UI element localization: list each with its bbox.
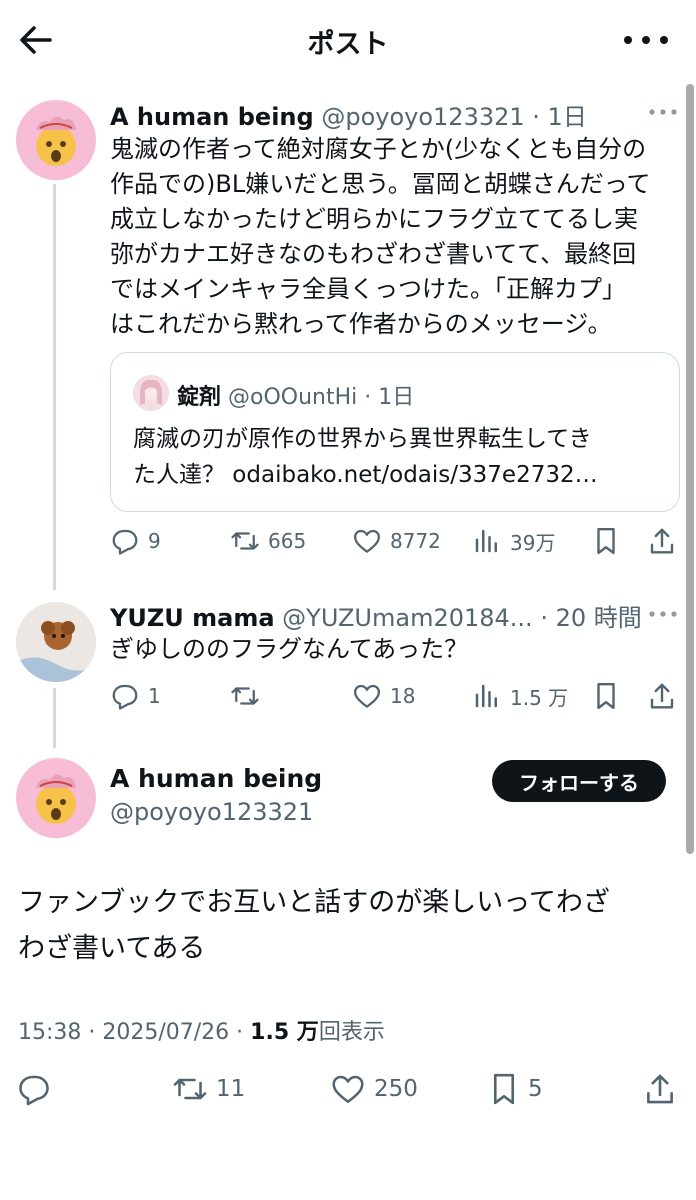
avatar[interactable]	[16, 100, 96, 180]
bookmark-button[interactable]	[592, 681, 620, 711]
quoted-post-card[interactable]: 錠剤 @oOOuntHi · 1日 腐滅の刃が原作の世界から異世界転生してき た…	[110, 352, 680, 512]
mind-blown-emoji-icon	[36, 774, 76, 824]
author-name[interactable]: A human being	[110, 103, 314, 131]
thread-line	[53, 184, 56, 590]
text-line: ではメインキャラ全員くっつけた。「正解カプ」	[110, 275, 626, 303]
author-handle[interactable]: @YUZUmam20184...	[282, 604, 533, 632]
heart-icon	[354, 529, 380, 553]
avatar[interactable]	[16, 758, 96, 838]
more-horizontal-icon	[649, 109, 677, 115]
quote-time: · 1日	[364, 385, 415, 410]
text-line: 作品での)BL嫌いだと思う。冨岡と胡蝶さんだって	[110, 170, 651, 198]
reply-count: 1	[148, 684, 161, 708]
heart-icon	[332, 1075, 364, 1104]
like-count: 250	[374, 1076, 418, 1102]
post-time[interactable]: · 20 時間	[540, 604, 640, 632]
avatar[interactable]	[16, 602, 96, 682]
share-icon	[650, 683, 674, 709]
repost-icon	[231, 687, 259, 705]
scrollbar[interactable]	[686, 84, 694, 854]
heart-icon	[354, 684, 380, 708]
quote-author-name: 錠剤	[177, 385, 222, 410]
repost-button[interactable]	[230, 681, 268, 711]
post-text: 鬼滅の作者って絶対腐女子とか(少なくとも自分の 作品での)BL嫌いだと思う。冨岡…	[110, 132, 686, 342]
bookmark-icon	[597, 682, 615, 710]
views-count: 39万	[510, 530, 556, 555]
post-time[interactable]: · 1日	[532, 103, 587, 131]
anime-avatar-icon	[133, 375, 169, 411]
bookmark-icon	[597, 527, 615, 555]
reply-count: 9	[148, 529, 161, 553]
post-more-button[interactable]	[646, 104, 680, 124]
repost-icon	[231, 532, 259, 550]
views-label: 回表示	[318, 1020, 385, 1045]
repost-count: 665	[268, 529, 307, 553]
repost-button[interactable]: 665	[230, 526, 306, 556]
reply-button[interactable]: 9	[110, 526, 161, 556]
follow-button[interactable]: フォローする	[492, 760, 666, 802]
post-header: YUZU mama @YUZUmam20184... · 20 時間	[110, 598, 640, 633]
bookmark-icon	[493, 1073, 515, 1105]
like-button[interactable]: 8772	[352, 526, 441, 556]
reply-button[interactable]: 1	[110, 681, 161, 711]
share-button[interactable]	[648, 526, 676, 556]
text-line: はこれだから黙れって作者からのメッセージ。	[110, 310, 612, 338]
author-handle[interactable]: @poyoyo123321	[321, 103, 524, 131]
reply-button[interactable]	[16, 1071, 60, 1107]
quote-avatar	[133, 375, 169, 411]
more-options-button[interactable]	[616, 22, 676, 58]
repost-icon	[173, 1078, 207, 1100]
quote-header: 錠剤 @oOOuntHi · 1日	[177, 379, 414, 411]
author-name[interactable]: YUZU mama	[110, 604, 275, 632]
share-button[interactable]	[648, 681, 676, 711]
repost-button[interactable]: 11	[172, 1071, 245, 1107]
repost-count: 11	[216, 1076, 246, 1102]
views-chart-icon	[475, 684, 497, 708]
reply-icon	[19, 1075, 49, 1106]
post-header: A human being @poyoyo123321 · 1日	[110, 97, 650, 132]
share-icon	[650, 528, 674, 554]
post-timestamp[interactable]: 15:38 · 2025/07/26 ·	[18, 1020, 250, 1045]
like-button[interactable]: 18	[352, 681, 415, 711]
reply-icon	[112, 684, 138, 710]
author-handle[interactable]: @poyoyo123321	[110, 798, 313, 826]
share-icon	[647, 1074, 673, 1104]
bookmark-button[interactable]: 5	[488, 1071, 543, 1107]
top-bar: ポスト	[0, 0, 696, 80]
bookmark-count: 5	[528, 1076, 543, 1102]
like-count: 8772	[390, 529, 441, 553]
text-line: 腐滅の刃が原作の世界から異世界転生してき	[133, 426, 592, 452]
text-line: 成立しなかったけど明らかにフラグ立ててるし実	[110, 205, 638, 233]
post-more-button[interactable]	[646, 606, 680, 626]
views-chart-icon	[475, 529, 497, 553]
more-horizontal-icon	[624, 36, 668, 44]
text-line: 鬼滅の作者って絶対腐女子とか(少なくとも自分の	[110, 135, 647, 163]
quote-text: 腐滅の刃が原作の世界から異世界転生してき た人達？ odaibako.net/o…	[133, 421, 673, 493]
like-button[interactable]: 250	[330, 1071, 418, 1107]
views-count: 1.5 万	[510, 685, 569, 710]
bookmark-button[interactable]	[592, 526, 620, 556]
post-meta: 15:38 · 2025/07/26 · 1.5 万回表示	[18, 1014, 385, 1046]
author-name[interactable]: A human being	[110, 764, 322, 793]
like-count: 18	[390, 684, 416, 708]
text-line: た人達？ odaibako.net/odais/337e2732…	[133, 462, 598, 488]
share-button[interactable]	[644, 1071, 676, 1107]
text-line: ファンブックでお互いと話すのが楽しいってわざ	[18, 887, 610, 918]
page-title: ポスト	[307, 29, 389, 60]
post-text: ぎゆしののフラグなんてあった？	[110, 635, 469, 663]
views-count: 1.5 万	[250, 1020, 319, 1045]
views-button[interactable]: 1.5 万	[472, 681, 568, 711]
views-button[interactable]: 39万	[472, 526, 555, 556]
text-line: わざ書いてある	[18, 933, 206, 964]
more-horizontal-icon	[649, 611, 677, 617]
thread-line	[53, 688, 56, 748]
text-line: 弥がカナエ好きなのもわざわざ書いてて、最終回	[110, 240, 637, 268]
mind-blown-emoji-icon	[36, 116, 76, 166]
reply-icon	[112, 529, 138, 555]
quote-author-handle: @oOOuntHi	[228, 385, 358, 410]
main-post-text: ファンブックでお互いと話すのが楽しいってわざ わざ書いてある	[18, 880, 678, 972]
dog-photo-avatar-icon	[16, 602, 96, 682]
